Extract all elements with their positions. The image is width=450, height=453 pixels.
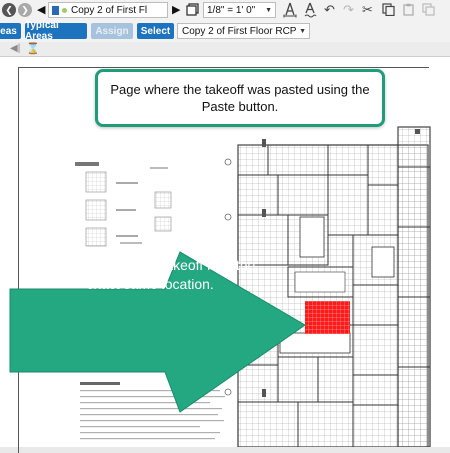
document-icon (52, 5, 59, 15)
page-view-icon[interactable] (186, 3, 199, 16)
status-dot-icon (62, 7, 67, 13)
top-callout-text: Page where the takeoff was pasted using … (110, 82, 370, 114)
skip-back-icon[interactable]: ◀| (10, 43, 20, 54)
next-page-icon[interactable]: ▶ (172, 3, 180, 16)
secondary-toolbar: ◀| ⌛ (0, 42, 450, 57)
previous-page-icon[interactable]: ◀ (37, 3, 45, 16)
calibrate-icon[interactable] (283, 2, 297, 18)
text-annotation-icon[interactable] (303, 2, 317, 18)
duplicate-icon[interactable] (422, 3, 435, 16)
page-combo[interactable]: Copy 2 of First Fl (48, 2, 168, 18)
main-toolbar: ❮ ❯ ◀ Copy 2 of First Fl ▶ 1/8" = 1' 0" … (0, 0, 450, 20)
forward-icon[interactable]: ❯ (18, 3, 32, 17)
undo-icon[interactable]: ↶ (324, 2, 335, 18)
cut-icon[interactable]: ✂ (362, 2, 373, 18)
scale-dropdown[interactable]: 1/8" = 1' 0" ▼ (203, 2, 276, 18)
redo-icon[interactable]: ↷ (343, 2, 354, 18)
arrow-callout-text: Notice, the pasted takeoff is in the exa… (44, 257, 256, 292)
top-callout-box: Page where the takeoff was pasted using … (95, 69, 385, 127)
areas-button[interactable]: eas (0, 23, 21, 39)
back-icon[interactable]: ❮ (2, 3, 16, 17)
typical-areas-button[interactable]: Typical Areas (25, 20, 87, 42)
paste-icon[interactable] (402, 3, 415, 16)
chevron-down-icon: ▼ (299, 27, 306, 35)
assign-button[interactable]: Assign (91, 23, 133, 39)
copy-icon[interactable] (382, 3, 395, 16)
takeoff-toolbar: eas Typical Areas Assign Select Copy 2 o… (0, 20, 450, 42)
hourglass-icon[interactable]: ⌛ (26, 42, 40, 55)
select-button[interactable]: Select (137, 23, 174, 39)
pasted-takeoff-area (305, 301, 350, 334)
scale-value: 1/8" = 1' 0" (207, 4, 256, 16)
page-combo-value: Copy 2 of First Fl (71, 4, 148, 16)
page-select-dropdown[interactable]: Copy 2 of First Floor RCP ▼ (177, 23, 310, 39)
page-select-value: Copy 2 of First Floor RCP (182, 25, 297, 37)
chevron-down-icon: ▼ (265, 6, 272, 14)
